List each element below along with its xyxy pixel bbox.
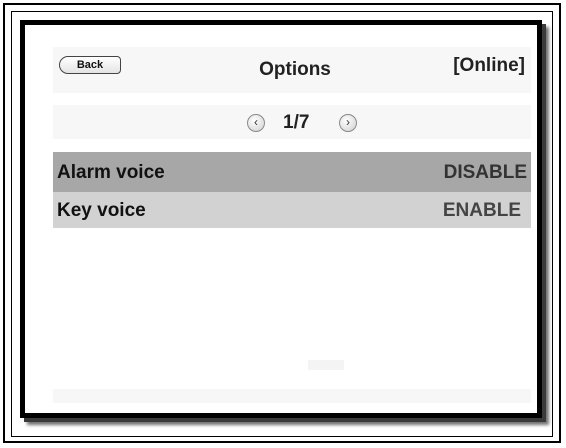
page-indicator: 1/7 bbox=[283, 112, 310, 133]
scroll-indicator bbox=[308, 360, 344, 370]
chevron-left-icon[interactable]: ‹ bbox=[247, 114, 265, 132]
chevron-right-icon[interactable]: › bbox=[339, 114, 357, 132]
page-title: Options bbox=[259, 59, 331, 80]
option-row-key-voice[interactable]: Key voice ENABLE bbox=[53, 192, 531, 228]
option-value: DISABLE bbox=[443, 162, 527, 183]
connection-status: [Online] bbox=[453, 55, 525, 76]
option-label: Alarm voice bbox=[57, 162, 165, 183]
device-screen: Back Options [Online] ‹ 1/7 › Alarm voic… bbox=[20, 20, 542, 418]
option-row-alarm-voice[interactable]: Alarm voice DISABLE bbox=[53, 152, 531, 192]
footer-bar bbox=[53, 389, 531, 403]
option-label: Key voice bbox=[57, 200, 146, 221]
back-button[interactable]: Back bbox=[59, 56, 121, 74]
option-value: ENABLE bbox=[442, 200, 521, 221]
screen-content: Back Options [Online] ‹ 1/7 › Alarm voic… bbox=[25, 25, 537, 413]
